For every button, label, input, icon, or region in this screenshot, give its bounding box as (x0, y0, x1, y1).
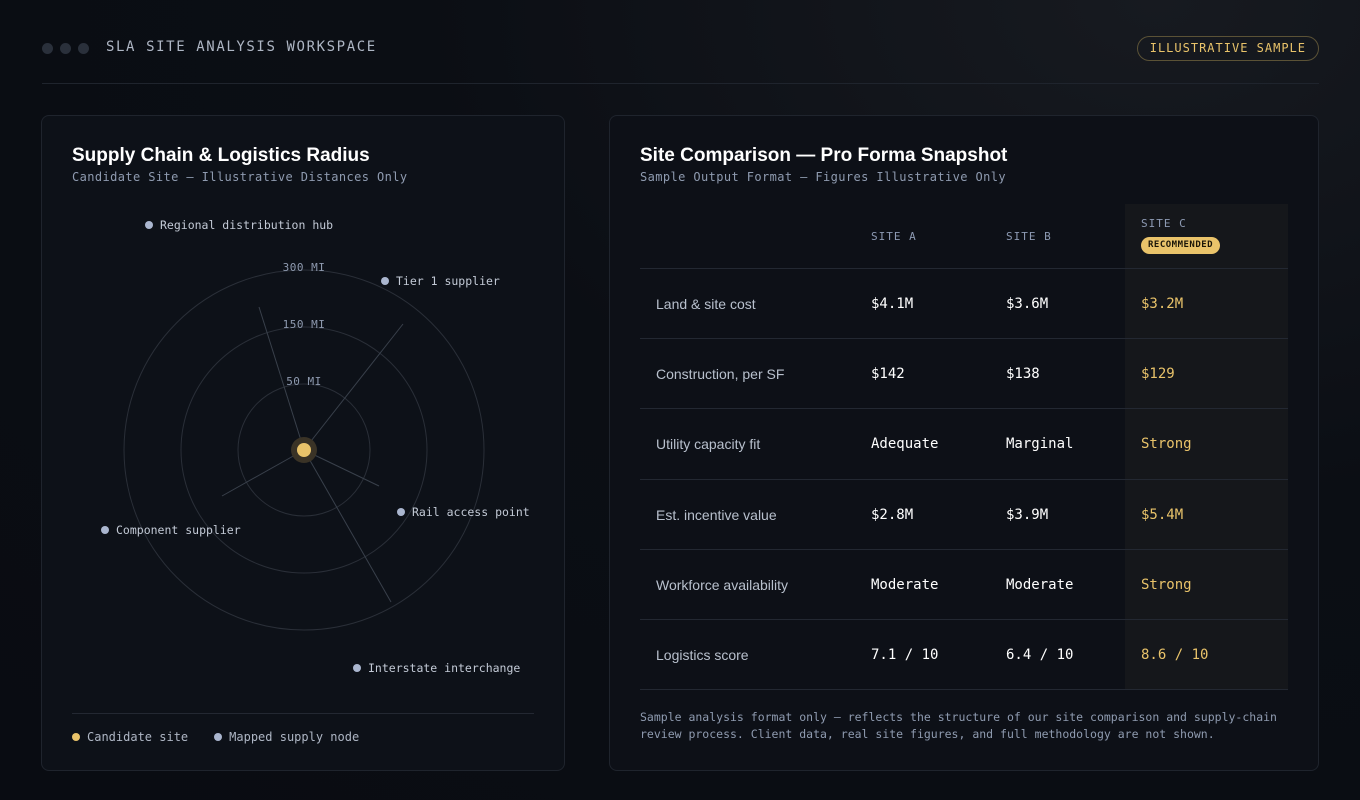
column-header-site-b: SITE B (1006, 230, 1052, 243)
cell-site-b: Moderate (1006, 576, 1074, 593)
app-title: SLA SITE ANALYSIS WORKSPACE (106, 39, 377, 55)
row-label: Workforce availability (656, 576, 789, 593)
legend-item-candidate: Candidate site (72, 730, 188, 744)
cell-site-c: Strong (1141, 436, 1192, 453)
row-label: Logistics score (656, 646, 749, 663)
supply-node-label: Interstate interchange (368, 661, 520, 675)
table-row: Construction, per SF $142 $138 $129 (640, 339, 1288, 410)
legend-item-node: Mapped supply node (214, 730, 359, 744)
comparison-panel-subtitle: Sample Output Format — Figures Illustrat… (640, 170, 1006, 184)
legend-label-candidate: Candidate site (87, 730, 189, 744)
supply-spoke (221, 449, 305, 497)
supply-node-dot[interactable] (397, 508, 405, 516)
table-header-row: SITE A SITE B SITE C RECOMMENDED (640, 204, 1288, 269)
logistics-radius-panel: Supply Chain & Logistics Radius Candidat… (41, 115, 565, 771)
footnote-line: review process. Client data, real site f… (640, 727, 1215, 741)
column-header-site-a: SITE A (871, 230, 917, 243)
candidate-swatch-icon (72, 733, 80, 741)
ring-label: 300 MI (283, 261, 326, 274)
cell-site-a: 7.1 / 10 (871, 646, 939, 663)
cell-site-b: $3.6M (1006, 296, 1049, 312)
comparison-footnote: Sample analysis format only — reflects t… (640, 709, 1290, 743)
cell-site-c: $129 (1141, 366, 1175, 383)
table-row: Est. incentive value $2.8M $3.9M $5.4M (640, 480, 1288, 550)
supply-spoke (303, 449, 392, 603)
supply-node-label: Regional distribution hub (160, 218, 333, 232)
window-dot-icon[interactable] (42, 43, 53, 54)
supply-node-label: Component supplier (116, 523, 241, 537)
cell-site-c: $3.2M (1141, 296, 1184, 312)
cell-site-c: 8.6 / 10 (1141, 646, 1209, 663)
window-controls (42, 43, 89, 54)
illustrative-sample-badge: ILLUSTRATIVE SAMPLE (1136, 36, 1319, 61)
footnote-line: Sample analysis format only — reflects t… (640, 710, 1277, 724)
supply-node-dot[interactable] (353, 664, 361, 672)
cell-site-a: $2.8M (871, 506, 914, 523)
ring-label: 150 MI (283, 318, 326, 331)
recommended-badge: RECOMMENDED (1141, 237, 1221, 254)
site-comparison-panel: Site Comparison — Pro Forma Snapshot Sam… (609, 115, 1319, 771)
radius-legend: Candidate site Mapped supply node (72, 713, 534, 744)
cell-site-a: Adequate (871, 436, 939, 453)
window-dot-icon[interactable] (60, 43, 71, 54)
supply-node-dot[interactable] (101, 526, 109, 534)
table-body: Land & site cost $4.1M $3.6M $3.2M Construct… (640, 269, 1288, 691)
cell-site-a: $142 (871, 366, 905, 383)
row-label: Est. incentive value (656, 506, 777, 523)
table-row: Workforce availability Moderate Moderate St… (640, 550, 1288, 620)
table-row: Land & site cost $4.1M $3.6M $3.2M (640, 269, 1288, 340)
cell-site-b: Marginal (1006, 436, 1074, 453)
column-header-site-c: SITE C (1141, 217, 1187, 230)
cell-site-a: $4.1M (871, 296, 914, 312)
supply-node-label: Rail access point (412, 505, 530, 519)
supply-node-dot[interactable] (381, 277, 389, 285)
legend-label-node: Mapped supply node (229, 730, 360, 744)
row-label: Land & site cost (656, 296, 756, 312)
site-comparison-table: SITE A SITE B SITE C RECOMMENDED Land & … (640, 204, 1288, 691)
comparison-panel-title: Site Comparison — Pro Forma Snapshot (640, 145, 1008, 166)
cell-site-c: Strong (1141, 576, 1192, 593)
row-label: Construction, per SF (656, 366, 785, 383)
supply-node-label: Tier 1 supplier (396, 274, 500, 288)
row-label: Utility capacity fit (656, 436, 761, 453)
window-dot-icon[interactable] (78, 43, 89, 54)
workspace-header: SLA SITE ANALYSIS WORKSPACE ILLUSTRATIVE… (42, 34, 1319, 84)
table-row: Utility capacity fit Adequate Marginal Stro… (640, 409, 1288, 480)
supply-node-dot[interactable] (145, 221, 153, 229)
candidate-site-marker[interactable] (297, 443, 311, 457)
cell-site-b: $138 (1006, 366, 1040, 383)
ring-label: 50 MI (286, 375, 322, 388)
cell-site-b: 6.4 / 10 (1006, 646, 1074, 663)
node-swatch-icon (214, 733, 223, 741)
table-row: Logistics score 7.1 / 10 6.4 / 10 8.6 / 10 (640, 620, 1288, 691)
cell-site-c: $5.4M (1141, 506, 1184, 523)
cell-site-a: Moderate (871, 576, 939, 593)
cell-site-b: $3.9M (1006, 506, 1049, 523)
logistics-radius-diagram: 300 MI 150 MI 50 MI Regional distribution … (101, 218, 530, 675)
